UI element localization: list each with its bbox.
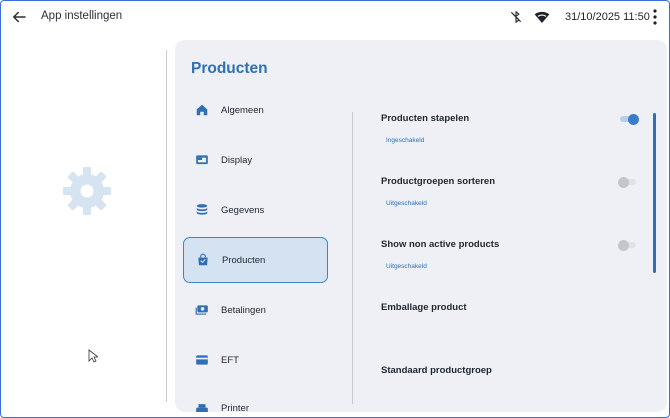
producten-stapelen-toggle[interactable] bbox=[618, 114, 639, 125]
payments-icon bbox=[195, 305, 208, 315]
status-datetime: 31/10/2025 11:50 bbox=[565, 11, 650, 23]
card-icon bbox=[196, 355, 208, 365]
left-pane bbox=[0, 36, 166, 418]
setting-standaard-productgroep[interactable]: Standaard productgroep bbox=[381, 365, 492, 376]
app-bar: App instellingen 31/10/2025 11:50 bbox=[0, 0, 670, 36]
nav-item-gegevens[interactable]: Gegevens bbox=[183, 187, 328, 233]
nav-label: Display bbox=[221, 154, 253, 166]
back-arrow-icon[interactable] bbox=[10, 8, 28, 26]
setting-productgroepen-sorteren-title: Productgroepen sorteren bbox=[381, 176, 496, 187]
wifi-icon bbox=[534, 11, 550, 23]
nav-item-betalingen[interactable]: Betalingen bbox=[183, 287, 328, 333]
nav-label: Producten bbox=[222, 254, 266, 266]
pane-divider bbox=[166, 50, 167, 402]
nav-label: Gegevens bbox=[221, 204, 265, 216]
nav-label: Printer bbox=[221, 403, 249, 412]
nav-divider bbox=[352, 112, 353, 404]
setting-emballage-product[interactable]: Emballage product bbox=[381, 302, 467, 313]
page-title: App instellingen bbox=[41, 10, 123, 22]
show-non-active-products-toggle[interactable] bbox=[618, 240, 638, 251]
settings-panel: Producten Algemeen Display Gegevens Prod… bbox=[175, 40, 667, 412]
more-vertical-icon[interactable] bbox=[648, 8, 662, 26]
nav-item-printer[interactable]: Printer bbox=[183, 387, 328, 412]
nav-label: Algemeen bbox=[221, 104, 264, 116]
nav-label: Betalingen bbox=[221, 304, 266, 316]
database-icon bbox=[196, 204, 208, 215]
display-icon bbox=[196, 155, 208, 165]
nav-item-eft[interactable]: EFT bbox=[183, 337, 328, 383]
nav-item-producten[interactable]: Producten bbox=[183, 237, 328, 283]
shopping-bag-icon bbox=[198, 253, 208, 266]
setting-producten-stapelen-status: Ingeschakeld bbox=[386, 137, 425, 144]
nav-item-algemeen[interactable]: Algemeen bbox=[183, 87, 328, 133]
productgroepen-sorteren-toggle[interactable] bbox=[618, 177, 638, 188]
printer-icon bbox=[196, 404, 208, 412]
panel-title: Producten bbox=[191, 60, 268, 77]
nav-label: EFT bbox=[221, 354, 239, 366]
settings-scrollbar[interactable] bbox=[653, 113, 656, 273]
setting-show-non-active-products-status: Uitgeschakeld bbox=[386, 263, 427, 270]
setting-show-non-active-products-title: Show non active products bbox=[381, 239, 500, 250]
setting-productgroepen-sorteren-status: Uitgeschakeld bbox=[386, 200, 427, 207]
nav-item-display[interactable]: Display bbox=[183, 137, 328, 183]
setting-producten-stapelen-title: Producten stapelen bbox=[381, 113, 470, 124]
home-icon bbox=[196, 104, 208, 116]
bluetooth-disabled-icon bbox=[510, 11, 522, 23]
settings-gear-icon bbox=[63, 167, 111, 215]
mouse-cursor-icon bbox=[88, 349, 98, 363]
